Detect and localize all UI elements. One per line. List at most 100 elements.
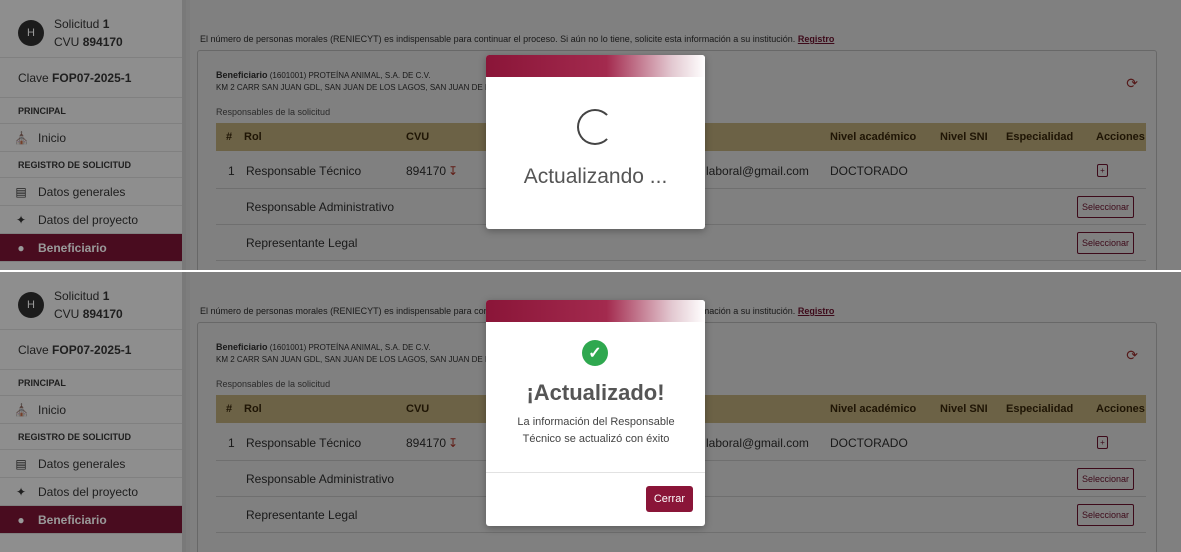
success-modal: ✓ ¡Actualizado! La información del Respo… [486, 300, 705, 526]
sidebar-item-datos-proyecto[interactable]: ✦ Datos del proyecto [0, 478, 186, 506]
col-cvu[interactable]: CVU [406, 403, 429, 415]
beneficiario-address: KM 2 CARR SAN JUAN GDL, SAN JUAN DE LOS … [216, 83, 501, 92]
sidebar-item-datos-proyecto[interactable]: ✦ Datos del proyecto [0, 206, 186, 234]
seleccionar-button[interactable]: Seleccionar [1076, 467, 1134, 490]
screen-updating: H Solicitud 1 CVU 894170 Clave FOP07-202… [0, 0, 1181, 270]
clave: Clave FOP07-2025-1 [0, 330, 186, 370]
col-especialidad: Especialidad [1006, 131, 1074, 143]
solicitud-label: Solicitud [54, 288, 100, 303]
sidebar-scrollbar[interactable] [182, 0, 186, 270]
document-icon: ▤ [15, 456, 27, 471]
loading-modal: Actualizando ... [486, 55, 705, 229]
sidebar-item-label: Datos del proyecto [38, 484, 139, 499]
solicitud-label: Solicitud [54, 16, 100, 31]
col-rol: Rol [244, 131, 262, 143]
modal-header-bar [486, 55, 705, 77]
cvu-value: 894170 [82, 306, 123, 321]
beneficiario-name: (1601001) PROTEÍNA ANIMAL, S.A. DE C.V. [269, 71, 431, 80]
sidebar-item-datos-generales[interactable]: ▤ Datos generales [0, 178, 186, 206]
registro-link[interactable]: Registro [798, 34, 835, 44]
section-registro: REGISTRO DE SOLICITUD [0, 152, 186, 178]
col-especialidad: Especialidad [1006, 403, 1074, 415]
success-message: La información del Responsable Técnico s… [517, 416, 675, 445]
user-icon: ● [17, 240, 25, 255]
sidebar-header: H Solicitud 1 CVU 894170 [0, 272, 186, 330]
solicitud-number: 1 [102, 288, 110, 303]
col-cvu[interactable]: CVU [406, 131, 429, 143]
sidebar-item-label: Inicio [38, 402, 67, 417]
document-icon: ▤ [15, 184, 27, 199]
sidebar-scrollbar[interactable] [182, 272, 186, 552]
col-nivel-sni: Nivel SNI [940, 403, 988, 415]
col-nivel-academico: Nivel académico [830, 131, 917, 143]
puzzle-icon: ✦ [15, 484, 27, 499]
beneficiario-address: KM 2 CARR SAN JUAN GDL, SAN JUAN DE LOS … [216, 355, 501, 364]
sidebar-item-inicio[interactable]: ⛪ Inicio [0, 396, 186, 424]
sidebar-item-beneficiario[interactable]: ● Beneficiario [0, 506, 186, 534]
responsables-label: Responsables de la solicitud [216, 379, 331, 389]
responsables-label: Responsables de la solicitud [216, 107, 331, 117]
home-icon: ⛪ [14, 402, 29, 417]
close-button[interactable]: Cerrar [645, 486, 693, 512]
home-icon: ⛪ [14, 130, 29, 145]
sidebar-item-label: Beneficiario [38, 512, 107, 527]
seleccionar-button[interactable]: Seleccionar [1076, 231, 1134, 254]
sidebar: H Solicitud 1 CVU 894170 Clave FOP07-202… [0, 0, 186, 270]
clave-label: Clave [18, 342, 49, 357]
loading-spinner-icon [577, 109, 613, 145]
beneficiario-label: Beneficiario [216, 342, 268, 352]
puzzle-icon: ✦ [15, 212, 27, 227]
beneficiario-name: (1601001) PROTEÍNA ANIMAL, S.A. DE C.V. [269, 343, 431, 352]
col-num: # [226, 403, 233, 415]
seleccionar-button[interactable]: Seleccionar [1076, 195, 1134, 218]
avatar: H [18, 19, 44, 46]
col-num: # [226, 131, 233, 143]
sidebar-item-label: Inicio [38, 130, 67, 145]
refresh-icon[interactable]: ⟳ [1126, 75, 1138, 92]
sidebar-item-label: Beneficiario [38, 240, 107, 255]
cvu-label: CVU [54, 34, 80, 49]
sidebar-item-label: Datos generales [38, 184, 126, 199]
solicitud-number: 1 [102, 16, 110, 31]
col-rol: Rol [244, 403, 262, 415]
sidebar: H Solicitud 1 CVU 894170 Clave FOP07-202… [0, 272, 186, 552]
document-action-icon[interactable]: + [1097, 436, 1108, 449]
sidebar-header: H Solicitud 1 CVU 894170 [0, 0, 186, 58]
download-icon[interactable]: ↧ [448, 164, 458, 178]
beneficiario-label: Beneficiario [216, 70, 268, 80]
document-action-icon[interactable]: + [1097, 164, 1108, 177]
sidebar-item-datos-generales[interactable]: ▤ Datos generales [0, 450, 186, 478]
refresh-icon[interactable]: ⟳ [1126, 347, 1138, 364]
reniecyt-notice: El número de personas morales (RENIECYT)… [200, 34, 835, 44]
clave-value: FOP07-2025-1 [52, 342, 132, 357]
clave-value: FOP07-2025-1 [52, 70, 132, 85]
section-registro: REGISTRO DE SOLICITUD [0, 424, 186, 450]
table-row: Representante Legal Seleccionar [216, 225, 1146, 261]
sidebar-item-inicio[interactable]: ⛪ Inicio [0, 124, 186, 152]
beneficiario-info: Beneficiario (1601001) PROTEÍNA ANIMAL, … [216, 341, 501, 366]
download-icon[interactable]: ↧ [448, 436, 458, 450]
sidebar-item-label: Datos del proyecto [38, 212, 139, 227]
clave-label: Clave [18, 70, 49, 85]
sidebar-item-beneficiario[interactable]: ● Beneficiario [0, 234, 186, 262]
col-acciones: Acciones [1096, 131, 1145, 143]
divider [486, 472, 705, 473]
avatar: H [18, 291, 44, 318]
col-nivel-academico: Nivel académico [830, 403, 917, 415]
modal-header-bar [486, 300, 705, 322]
beneficiario-info: Beneficiario (1601001) PROTEÍNA ANIMAL, … [216, 69, 501, 94]
section-principal: PRINCIPAL [0, 370, 186, 396]
sidebar-item-label: Datos generales [38, 456, 126, 471]
cvu-value: 894170 [82, 34, 123, 49]
loading-text: Actualizando ... [523, 165, 668, 188]
registro-link[interactable]: Registro [798, 306, 835, 316]
success-title: ¡Actualizado! [526, 380, 665, 405]
check-circle-icon: ✓ [582, 340, 608, 366]
section-principal: PRINCIPAL [0, 98, 186, 124]
user-icon: ● [17, 512, 25, 527]
clave: Clave FOP07-2025-1 [0, 58, 186, 98]
seleccionar-button[interactable]: Seleccionar [1076, 503, 1134, 526]
col-nivel-sni: Nivel SNI [940, 131, 988, 143]
cvu-label: CVU [54, 306, 80, 321]
col-acciones: Acciones [1096, 403, 1145, 415]
